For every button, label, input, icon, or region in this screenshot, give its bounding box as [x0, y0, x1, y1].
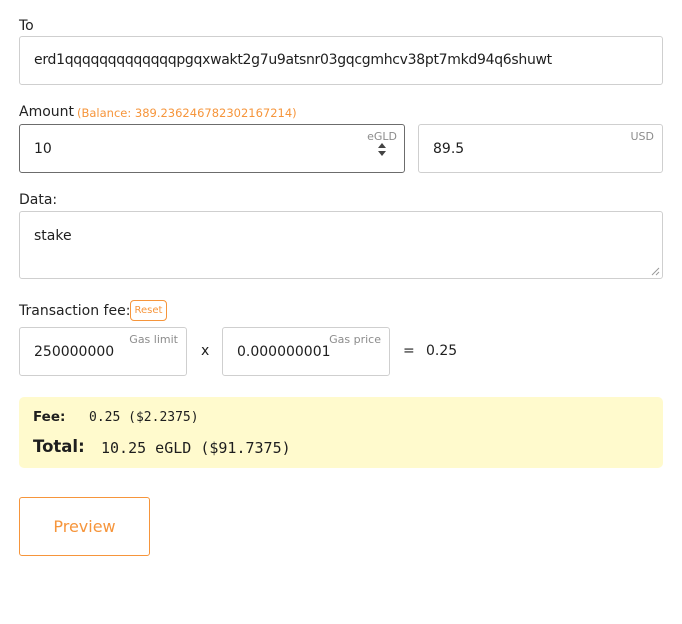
amount-input[interactable]: 10 eGLD: [19, 124, 405, 173]
fee-result: 0.25: [426, 343, 458, 359]
gas-price-input[interactable]: 0.000000001 Gas price: [222, 327, 390, 376]
fee-summary-panel: Fee: 0.25 ($2.2375) Total: 10.25 eGLD ($…: [19, 397, 663, 468]
summary-fee-value: 0.25 ($2.2375): [89, 410, 199, 425]
to-address-value: erd1qqqqqqqqqqqqqpgqxwakt2g7u9atsnr03gqc…: [34, 52, 552, 68]
summary-total-value: 10.25 eGLD ($91.7375): [101, 439, 291, 457]
data-label: Data:: [19, 192, 58, 208]
equals-sign: =: [403, 343, 415, 359]
reset-button[interactable]: Reset: [130, 300, 167, 321]
data-textarea[interactable]: stake: [19, 211, 663, 279]
to-address-input[interactable]: erd1qqqqqqqqqqqqqpgqxwakt2g7u9atsnr03gqc…: [19, 36, 663, 85]
gas-limit-value: 250000000: [34, 344, 115, 360]
amount-spinner[interactable]: [374, 141, 390, 159]
gas-price-label: Gas price: [329, 333, 381, 346]
amount-label: Amount: [19, 104, 75, 120]
resize-handle-icon[interactable]: [651, 267, 660, 276]
usd-value: 89.5: [433, 141, 465, 157]
usd-amount-input[interactable]: 89.5 USD: [418, 124, 663, 173]
summary-total-label: Total:: [33, 437, 85, 456]
spinner-up-icon[interactable]: [378, 143, 386, 148]
transaction-fee-label: Transaction fee:: [19, 303, 131, 319]
spinner-down-icon[interactable]: [378, 151, 386, 156]
summary-fee-label: Fee:: [33, 409, 66, 425]
gas-limit-input[interactable]: 250000000 Gas limit: [19, 327, 187, 376]
multiply-sign: x: [201, 343, 210, 359]
usd-unit: USD: [630, 130, 654, 143]
amount-value: 10: [34, 141, 52, 157]
balance-text: (Balance: 389.236246782302167214): [77, 106, 297, 120]
preview-button[interactable]: Preview: [19, 497, 150, 556]
gas-price-value: 0.000000001: [237, 344, 331, 360]
to-label: To: [19, 18, 34, 34]
gas-limit-label: Gas limit: [129, 333, 178, 346]
data-value: stake: [34, 228, 72, 244]
